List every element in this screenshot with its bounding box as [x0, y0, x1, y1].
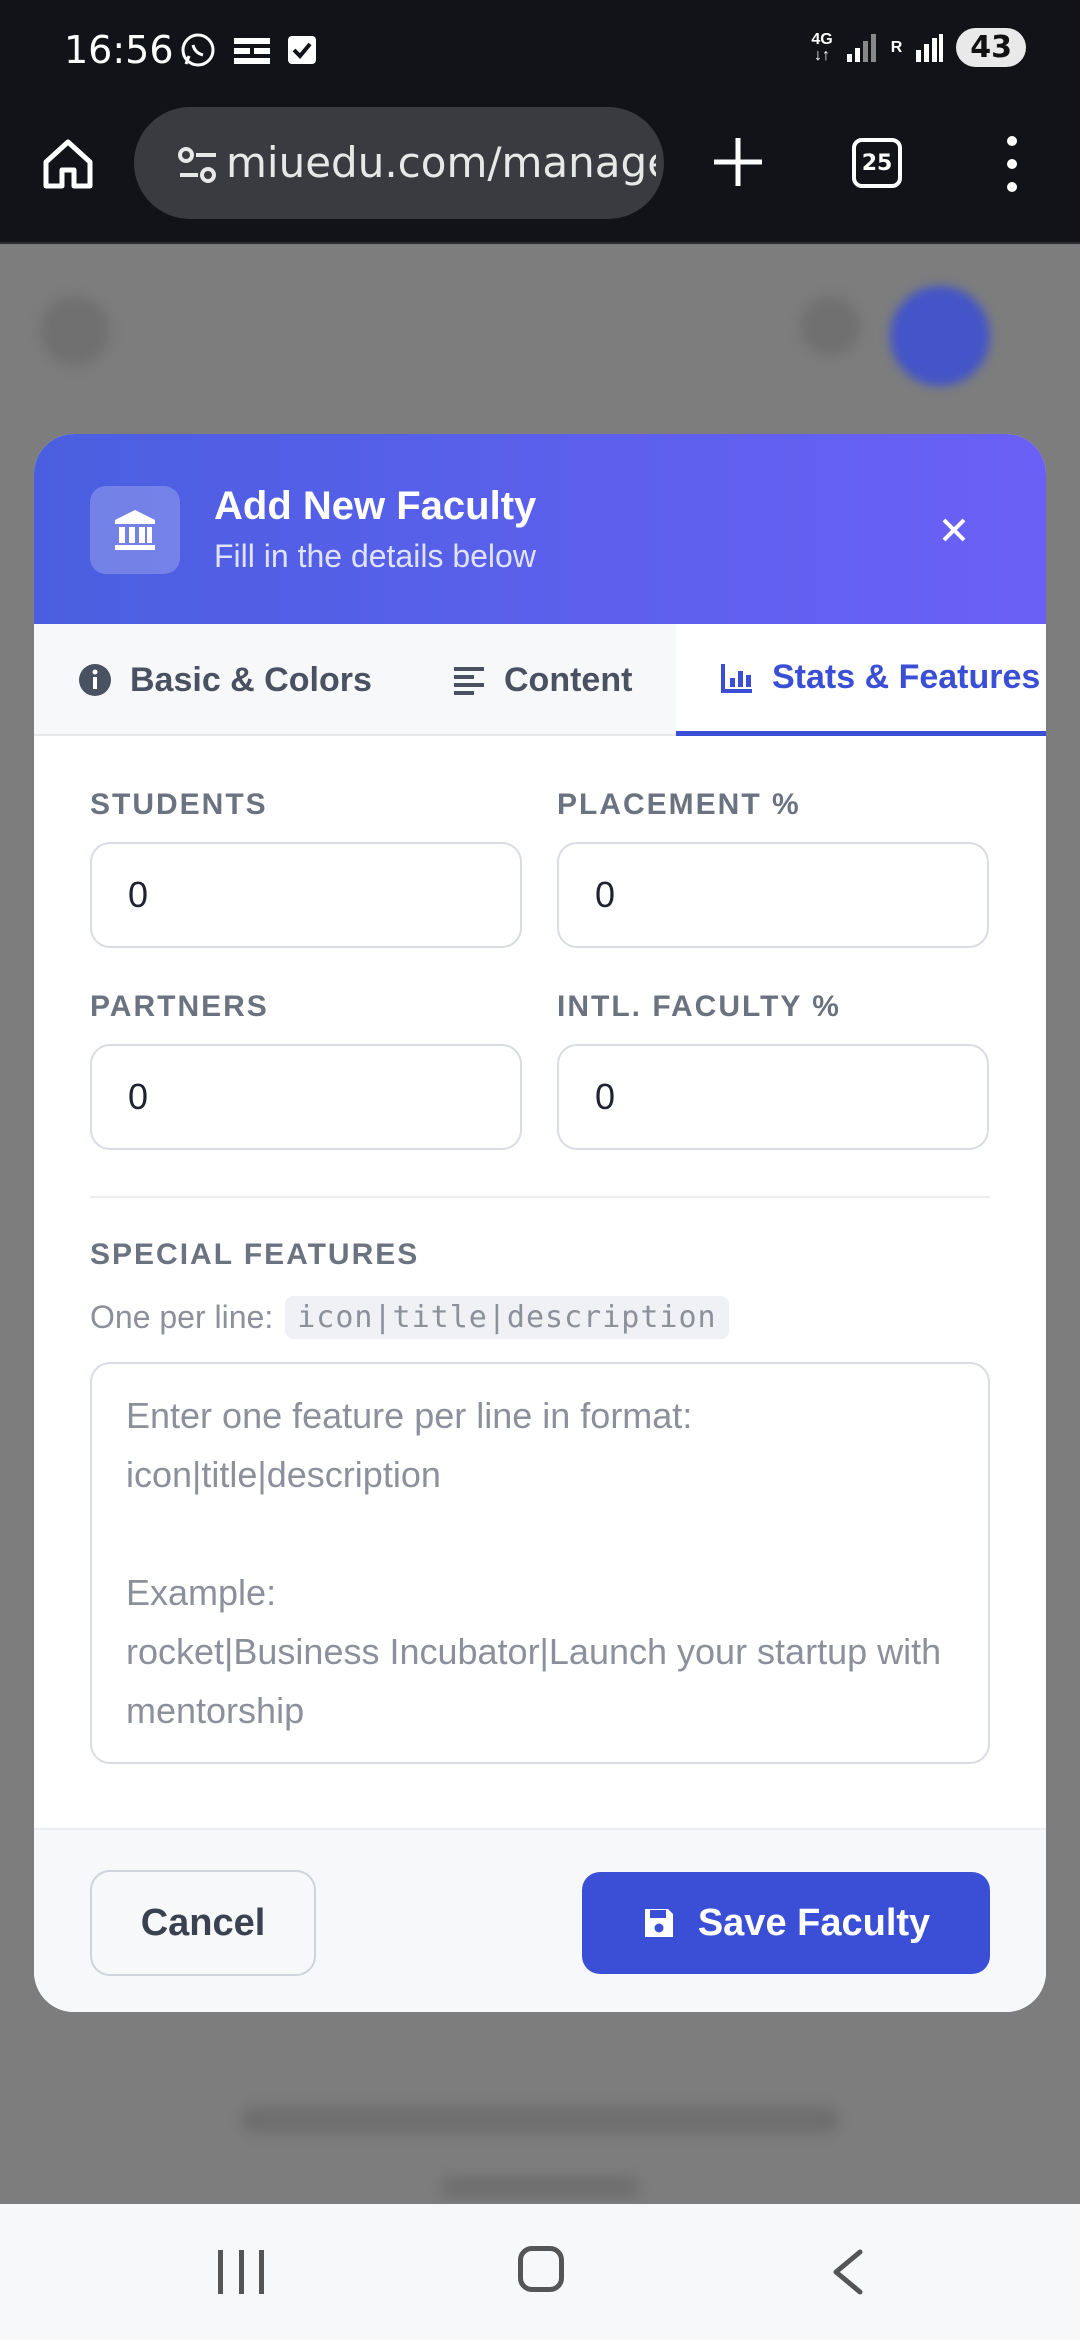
save-button-label: Save Faculty: [697, 1901, 931, 1944]
modal-header: Add New Faculty Fill in the details belo…: [34, 434, 1046, 624]
battery-indicator: 43: [956, 28, 1026, 67]
modal-title: Add New Faculty: [214, 484, 537, 528]
special-features-hint: One per line: icon|title|description: [90, 1296, 729, 1339]
backdrop-shape: [40, 296, 110, 366]
modal-subtitle: Fill in the details below: [214, 538, 536, 574]
tab-basic-colors[interactable]: Basic & Colors: [78, 624, 372, 736]
more-options-icon[interactable]: [1000, 136, 1024, 192]
system-navigation-bar: [0, 2204, 1080, 2340]
site-settings-icon[interactable]: [176, 143, 220, 187]
hint-text: One per line:: [90, 1299, 274, 1335]
home-nav-icon[interactable]: [518, 2246, 564, 2292]
browser-toolbar: miuedu.com/manage 25: [0, 100, 1080, 244]
students-label: STUDENTS: [90, 788, 268, 821]
tab-switcher-button[interactable]: 25: [852, 138, 902, 188]
placement-input[interactable]: [557, 842, 989, 948]
modal-tabs: Basic & Colors Content Stats & Features: [34, 624, 1046, 736]
new-tab-icon[interactable]: [710, 134, 766, 190]
notification-icons: [178, 30, 318, 70]
tab-label: Stats & Features: [772, 658, 1041, 696]
save-icon: [644, 1909, 673, 1937]
system-icons: 4G ↓↑ R 43: [811, 28, 1026, 67]
signal-icon: [846, 33, 876, 62]
back-icon[interactable]: [828, 2248, 868, 2296]
placement-label: PLACEMENT %: [557, 788, 801, 821]
app-notification-icon: [234, 38, 270, 64]
bar-chart-icon: [721, 663, 752, 693]
close-icon[interactable]: [934, 510, 974, 550]
backdrop-shape: [800, 296, 860, 356]
intl-faculty-label: INTL. FACULTY %: [557, 990, 841, 1023]
tab-content[interactable]: Content: [452, 624, 632, 736]
institution-icon: [90, 486, 180, 574]
network-type: 4G ↓↑: [811, 30, 833, 64]
home-icon[interactable]: [38, 134, 98, 194]
roaming-label: R: [890, 38, 903, 56]
tab-label: Content: [504, 660, 633, 699]
special-features-textarea[interactable]: [90, 1362, 990, 1764]
add-faculty-modal: Add New Faculty Fill in the details belo…: [34, 434, 1046, 2012]
checkbox-icon: [288, 36, 316, 64]
partners-label: PARTNERS: [90, 990, 269, 1023]
section-divider: [90, 1196, 990, 1198]
avatar: [890, 286, 990, 386]
address-bar[interactable]: miuedu.com/manage: [134, 107, 664, 219]
recent-apps-icon[interactable]: [218, 2250, 264, 2294]
status-bar: 16:56 4G ↓↑ R 43: [0, 0, 1080, 100]
partners-input[interactable]: [90, 1044, 522, 1150]
roaming-indicator: R: [890, 38, 903, 56]
tab-label: Basic & Colors: [130, 660, 372, 699]
modal-footer: Cancel Save Faculty: [34, 1828, 1046, 2012]
status-time: 16:56: [64, 28, 174, 72]
tab-stats-features[interactable]: Stats & Features: [676, 624, 1046, 736]
signal-icon-2: [916, 33, 944, 62]
backdrop-shape: [440, 2176, 640, 2198]
backdrop-shape: [240, 2106, 840, 2134]
whatsapp-icon: [181, 33, 215, 67]
hint-format-code: icon|title|description: [285, 1296, 729, 1339]
students-input[interactable]: [90, 842, 522, 948]
special-features-label: SPECIAL FEATURES: [90, 1238, 420, 1271]
info-icon: [79, 664, 111, 696]
url-text[interactable]: miuedu.com/manage: [226, 138, 656, 187]
cancel-button[interactable]: Cancel: [90, 1870, 316, 1976]
save-faculty-button[interactable]: Save Faculty: [582, 1872, 990, 1974]
intl-faculty-input[interactable]: [557, 1044, 989, 1150]
align-left-icon: [454, 667, 484, 695]
network-label: 4G: [811, 30, 833, 48]
